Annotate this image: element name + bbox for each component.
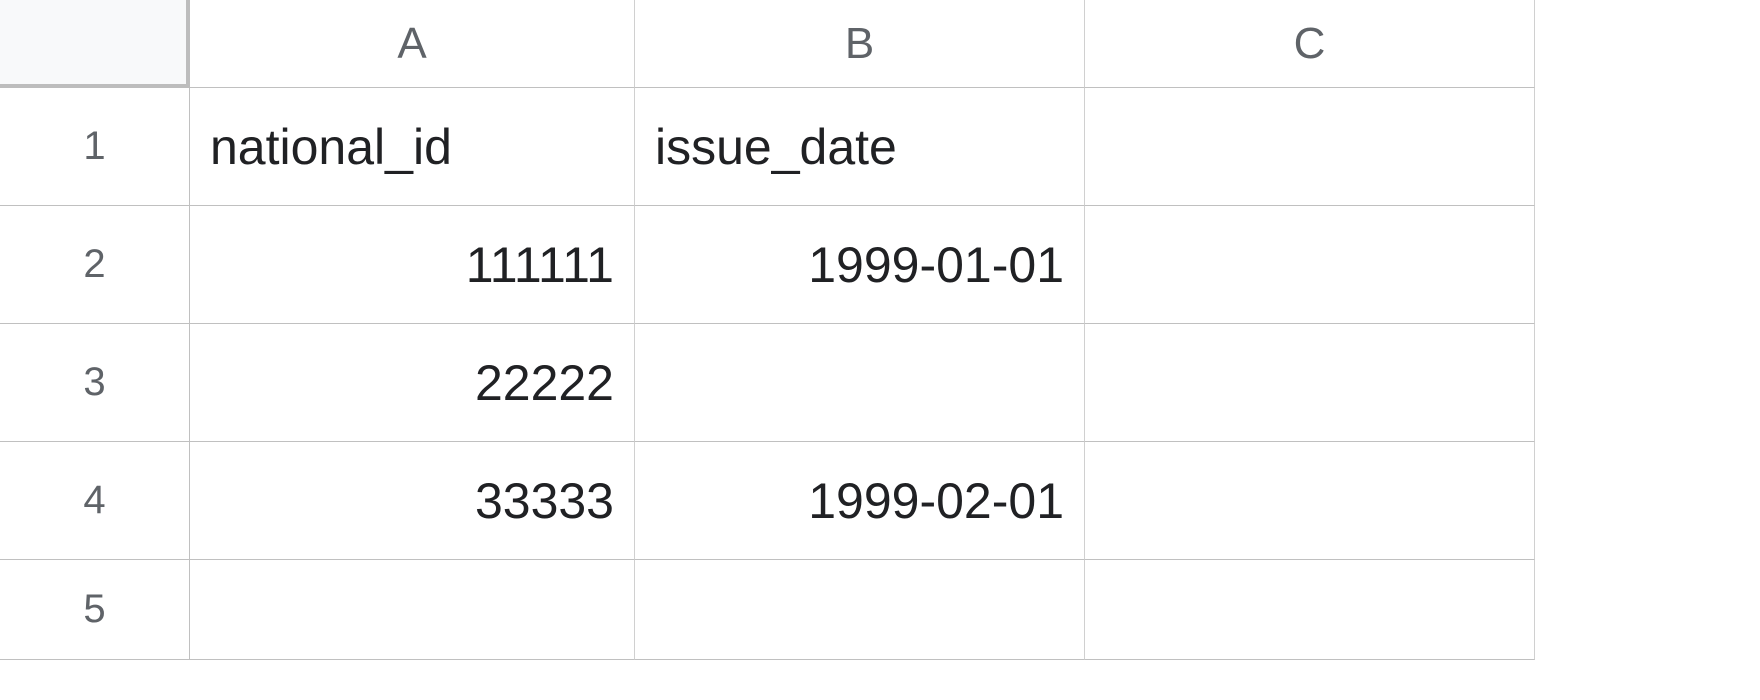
column-header-a[interactable]: A [190,0,635,88]
cell-c1[interactable] [1085,88,1535,206]
row-header-2[interactable]: 2 [0,206,190,324]
row-header-1[interactable]: 1 [0,88,190,206]
cell-b3[interactable] [635,324,1085,442]
cell-b5[interactable] [635,560,1085,660]
cell-a5[interactable] [190,560,635,660]
cell-b1[interactable]: issue_date [635,88,1085,206]
cell-c2[interactable] [1085,206,1535,324]
cell-b4[interactable]: 1999-02-01 [635,442,1085,560]
cell-c3[interactable] [1085,324,1535,442]
cell-b2[interactable]: 1999-01-01 [635,206,1085,324]
select-all-corner[interactable] [0,0,190,88]
cell-a2[interactable]: 111111 [190,206,635,324]
cell-c5[interactable] [1085,560,1535,660]
spreadsheet-grid: A B C 1 national_id issue_date 2 111111 … [0,0,1760,660]
row-header-5[interactable]: 5 [0,560,190,660]
cell-c4[interactable] [1085,442,1535,560]
cell-a3[interactable]: 22222 [190,324,635,442]
row-header-4[interactable]: 4 [0,442,190,560]
column-header-c[interactable]: C [1085,0,1535,88]
column-header-b[interactable]: B [635,0,1085,88]
row-header-3[interactable]: 3 [0,324,190,442]
cell-a1[interactable]: national_id [190,88,635,206]
cell-a4[interactable]: 33333 [190,442,635,560]
